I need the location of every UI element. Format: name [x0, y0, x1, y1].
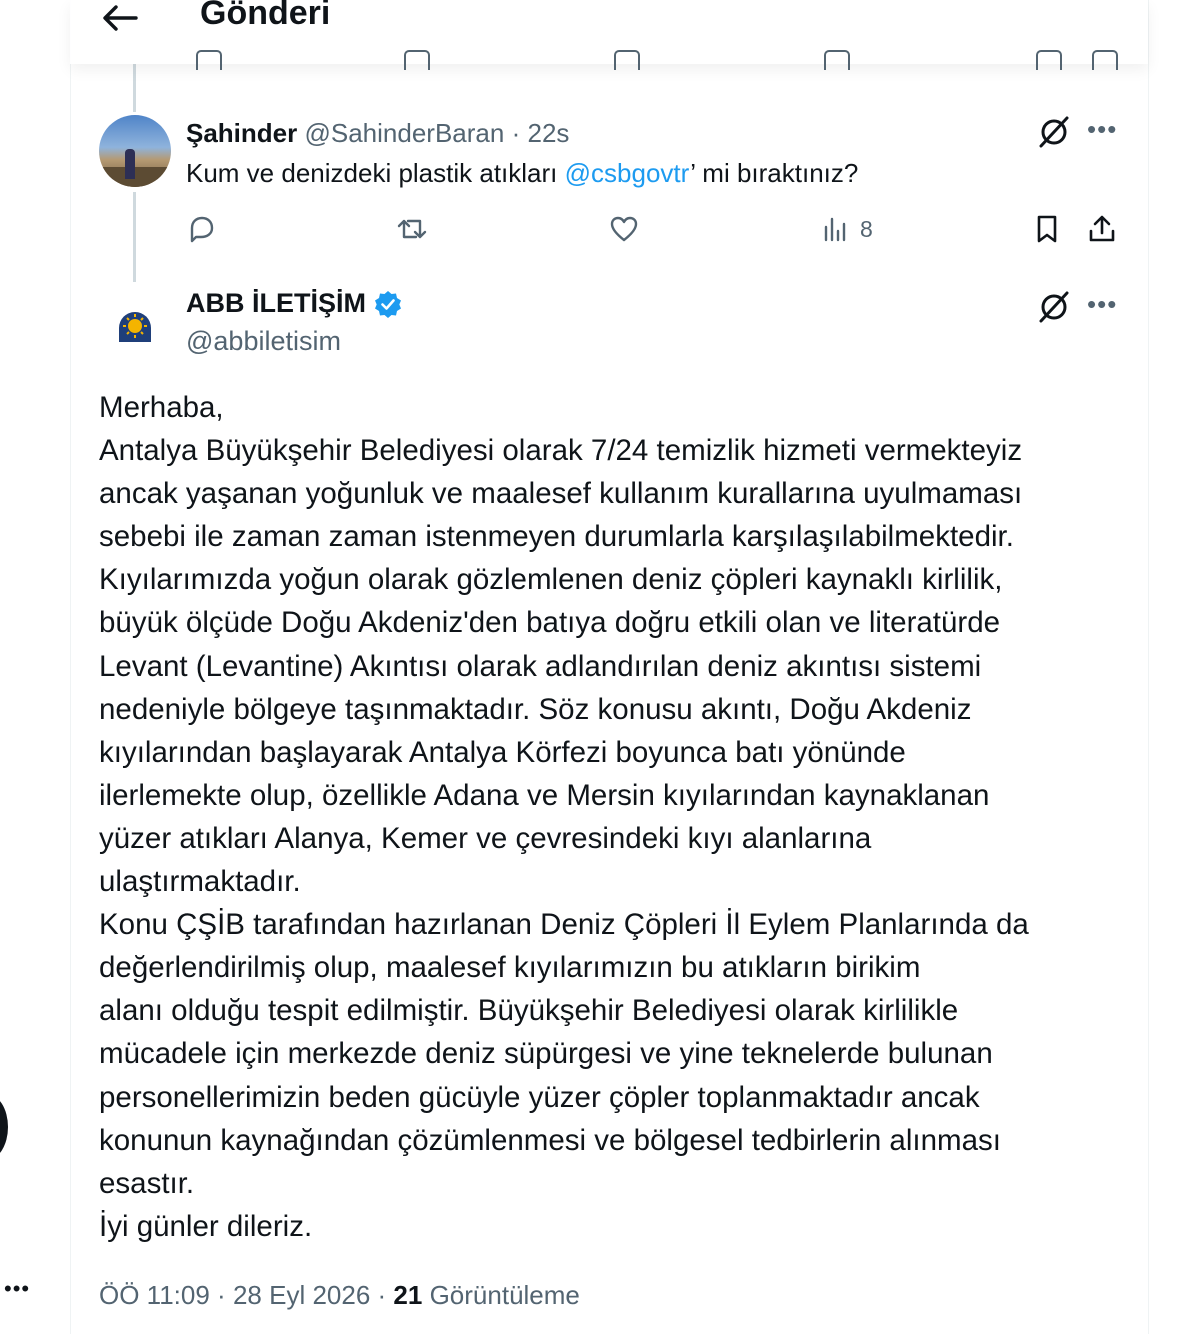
column-border-left: [70, 0, 71, 1334]
grok-icon[interactable]: [1037, 290, 1071, 324]
views-label: Görüntüleme: [429, 1280, 580, 1310]
avatar[interactable]: [99, 115, 171, 187]
sidebar-account-avatar[interactable]: [0, 1094, 8, 1160]
cut-heart-icon: [614, 50, 640, 70]
separator-dot: ·: [511, 118, 521, 148]
tweet-line: konunun kaynağından çözümlenmesi ve bölg…: [99, 1123, 1001, 1157]
column-border-right: [1148, 0, 1149, 1334]
tweet-date[interactable]: 28 Eyl 2026: [233, 1280, 370, 1310]
cut-bookmark-icon: [1036, 50, 1062, 70]
thread-connector-line: [133, 192, 136, 282]
heart-icon: [610, 216, 638, 242]
author-name-row: ABB İLETİŞİM: [186, 288, 402, 319]
views-count: 21: [393, 1280, 423, 1310]
share-icon: [1089, 215, 1115, 242]
avatar[interactable]: [99, 290, 171, 362]
arrow-left-icon: [103, 5, 138, 31]
bookmark-icon: [1037, 215, 1057, 243]
reply-button[interactable]: [186, 213, 218, 245]
author-handle[interactable]: @abbiletisim: [186, 326, 341, 357]
tweet-line: ancak yaşanan yoğunluk ve maalesef kulla…: [99, 477, 1023, 511]
tweet-text: Kum ve denizdeki plastik atıkları @csbgo…: [186, 158, 858, 189]
tweet-line: ulaştırmaktadır.: [99, 865, 301, 899]
more-icon[interactable]: •••: [1087, 289, 1117, 320]
separator-dot: ·: [377, 1280, 387, 1310]
tweet-text-part: ’ mi bıraktınız?: [690, 158, 859, 188]
retweet-icon: [397, 219, 427, 239]
verified-badge-icon[interactable]: [374, 290, 402, 318]
author-name[interactable]: ABB İLETİŞİM: [186, 288, 366, 319]
tweet-line: değerlendirilmiş olup, maalesef kıyıları…: [99, 951, 921, 985]
reply-icon: [190, 216, 214, 243]
back-button[interactable]: [100, 2, 140, 34]
tweet-line: İyi günler dileriz.: [99, 1209, 313, 1243]
author-handle[interactable]: @SahinderBaran: [304, 118, 504, 148]
share-button[interactable]: [1086, 213, 1118, 245]
views-icon: [824, 217, 846, 242]
thread-connector-line: [133, 64, 136, 112]
page-title: Gönderi: [200, 0, 331, 32]
cut-share-icon: [1092, 50, 1118, 70]
bookmark-button[interactable]: [1031, 213, 1063, 245]
tweet-line: Merhaba,: [99, 391, 224, 424]
like-button[interactable]: [608, 213, 640, 245]
tweet-line: sebebi ile zaman zaman istenmeyen duruml…: [99, 520, 1014, 554]
sidebar-more-icon[interactable]: •••: [4, 1276, 30, 1302]
tweet-text-part: Kum ve denizdeki plastik atıkları: [186, 158, 565, 188]
tweet-line: alanı olduğu tespit edilmiştir. Büyükşeh…: [99, 994, 959, 1028]
tweet-line: nedeniyle bölgeye taşınmaktadır. Söz kon…: [99, 692, 972, 726]
tweet-line: Kıyılarımızda yoğun olarak gözlemlenen d…: [99, 563, 1003, 597]
tweet-line: ilerlemekte olup, özellikle Adana ve Mer…: [99, 778, 990, 812]
tweet-line: mücadele için merkezde deniz süpürgesi v…: [99, 1037, 993, 1071]
tweet-line: Konu ÇŞİB tarafından hazırlanan Deniz Çö…: [99, 908, 1029, 942]
tweet-header: Şahinder @SahinderBaran · 22s: [186, 118, 569, 149]
cut-views-icon: [824, 50, 850, 70]
previous-tweet-actions-cut: [70, 44, 1148, 70]
tweet-line: kıyılarından başlayarak Antalya Körfezi …: [99, 735, 906, 769]
tweet-line: Antalya Büyükşehir Belediyesi olarak 7/2…: [99, 434, 1023, 468]
tweet-line: yüzer atıkları Alanya, Kemer ve çevresin…: [99, 821, 872, 855]
retweet-button[interactable]: [396, 213, 428, 245]
tweet-line: personellerimizin beden gücüyle yüzer çö…: [99, 1080, 980, 1114]
grok-icon[interactable]: [1037, 115, 1071, 149]
tweet-meta: ÖÖ 11:09 · 28 Eyl 2026 · 21 Görüntüleme: [99, 1280, 580, 1311]
more-icon[interactable]: •••: [1087, 114, 1117, 145]
separator-dot: ·: [217, 1280, 226, 1310]
views-count: 8: [860, 215, 873, 242]
views-button[interactable]: 8: [820, 213, 873, 245]
author-name[interactable]: Şahinder: [186, 118, 297, 148]
page-header: Gönderi: [70, 0, 1148, 70]
tweet-line: esastır.: [99, 1166, 195, 1200]
mention-link[interactable]: @csbgovtr: [565, 158, 691, 188]
tweet-body: Merhaba, Antalya Büyükşehir Belediyesi o…: [99, 386, 1129, 1248]
tweet-time[interactable]: ÖÖ 11:09: [99, 1280, 210, 1310]
tweet-line: büyük ölçüde Doğu Akdeniz'den batıya doğ…: [99, 606, 1001, 640]
cut-reply-icon: [196, 50, 222, 70]
tweet-line: Levant (Levantine) Akıntısı olarak adlan…: [99, 649, 982, 683]
tweet-time[interactable]: 22s: [527, 118, 569, 148]
cut-retweet-icon: [404, 50, 430, 70]
